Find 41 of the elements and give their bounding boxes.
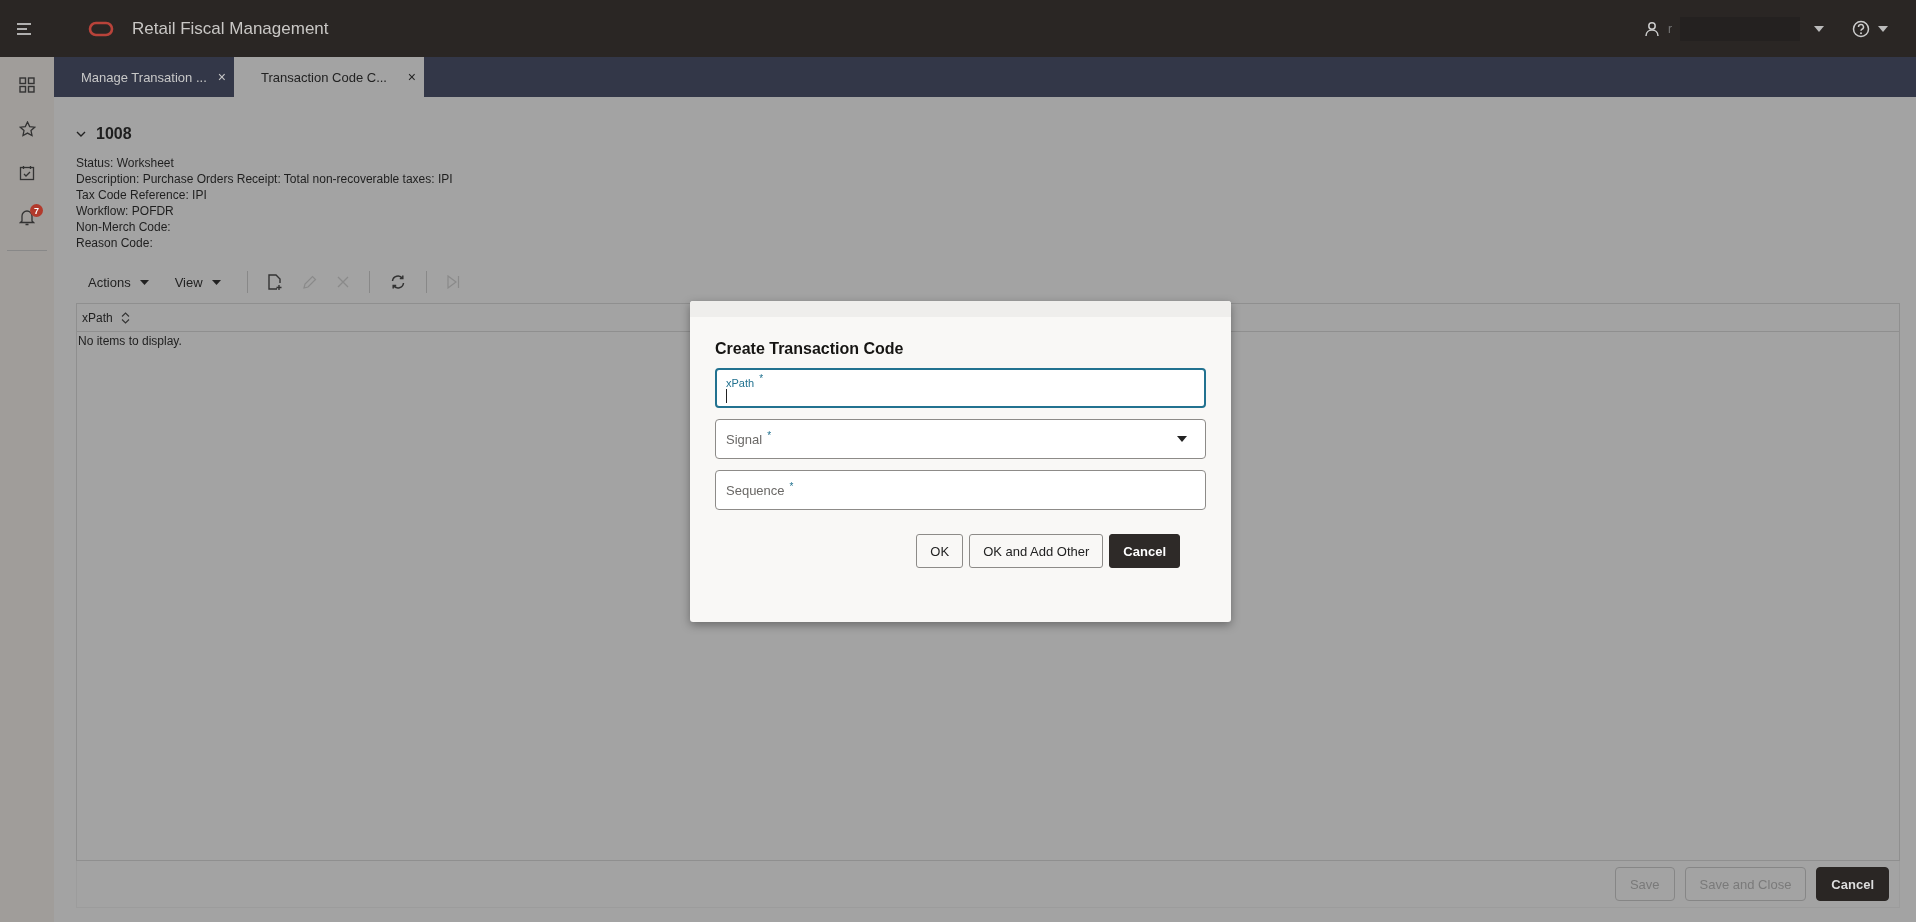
chevron-icon[interactable] [76, 130, 86, 138]
caret-icon[interactable] [1878, 25, 1888, 32]
detail-text: Workflow: POFDR [76, 203, 175, 219]
menu-button[interactable]: Actions [88, 274, 155, 290]
bell-icon[interactable] [19, 209, 35, 226]
user-icon[interactable] [1644, 20, 1660, 37]
close-icon[interactable]: × [407, 69, 416, 85]
app-title: Retail Fiscal Management [132, 18, 329, 39]
caret-icon[interactable] [1814, 25, 1824, 32]
tab[interactable]: Transaction Code C... × [234, 57, 424, 97]
menu-icon[interactable] [16, 22, 32, 35]
caret-icon[interactable] [1177, 436, 1187, 442]
new-document-icon[interactable] [267, 274, 282, 290]
select-field[interactable]: Signal $^{*}$ [715, 419, 1206, 459]
logo-icon [88, 20, 114, 37]
user-name[interactable]: r [1668, 21, 1672, 36]
star-icon[interactable] [18, 121, 36, 137]
detail-text: Non-Merch Code: [76, 219, 172, 235]
ok-button[interactable]: OK [916, 534, 964, 568]
refresh-icon[interactable] [389, 274, 406, 290]
ok-button[interactable]: OK and Add Other [969, 534, 1104, 568]
record-title: 1008 [96, 125, 132, 143]
cancel-button[interactable]: Cancel [1816, 867, 1889, 901]
detail-text: Reason Code: [76, 235, 154, 251]
menu-button[interactable]: View [174, 274, 227, 290]
notification-badge: 7 [30, 204, 43, 217]
tab[interactable]: Manage Transation ... × [54, 57, 234, 97]
close-icon[interactable]: × [217, 69, 226, 85]
grid-icon[interactable] [19, 77, 35, 93]
calendar-check-icon[interactable] [19, 165, 35, 181]
input-field[interactable]: Sequence $^{*}$ [715, 470, 1206, 510]
dialog-title: Create Transaction Code [715, 340, 905, 358]
caret-icon[interactable] [211, 279, 221, 285]
cancel-button[interactable]: Cancel [1109, 534, 1180, 568]
column-header[interactable]: xPath [77, 310, 130, 325]
detail-text: Status: Worksheet [76, 155, 175, 171]
caret-icon[interactable] [139, 279, 149, 285]
sort-icon[interactable] [120, 311, 130, 324]
detail-text: Tax Code Reference: IPI [76, 187, 208, 203]
detail-text: Description: Purchase Orders Receipt: Total non-recoverable taxes: IPI [76, 171, 454, 187]
help-icon[interactable] [1852, 19, 1870, 38]
